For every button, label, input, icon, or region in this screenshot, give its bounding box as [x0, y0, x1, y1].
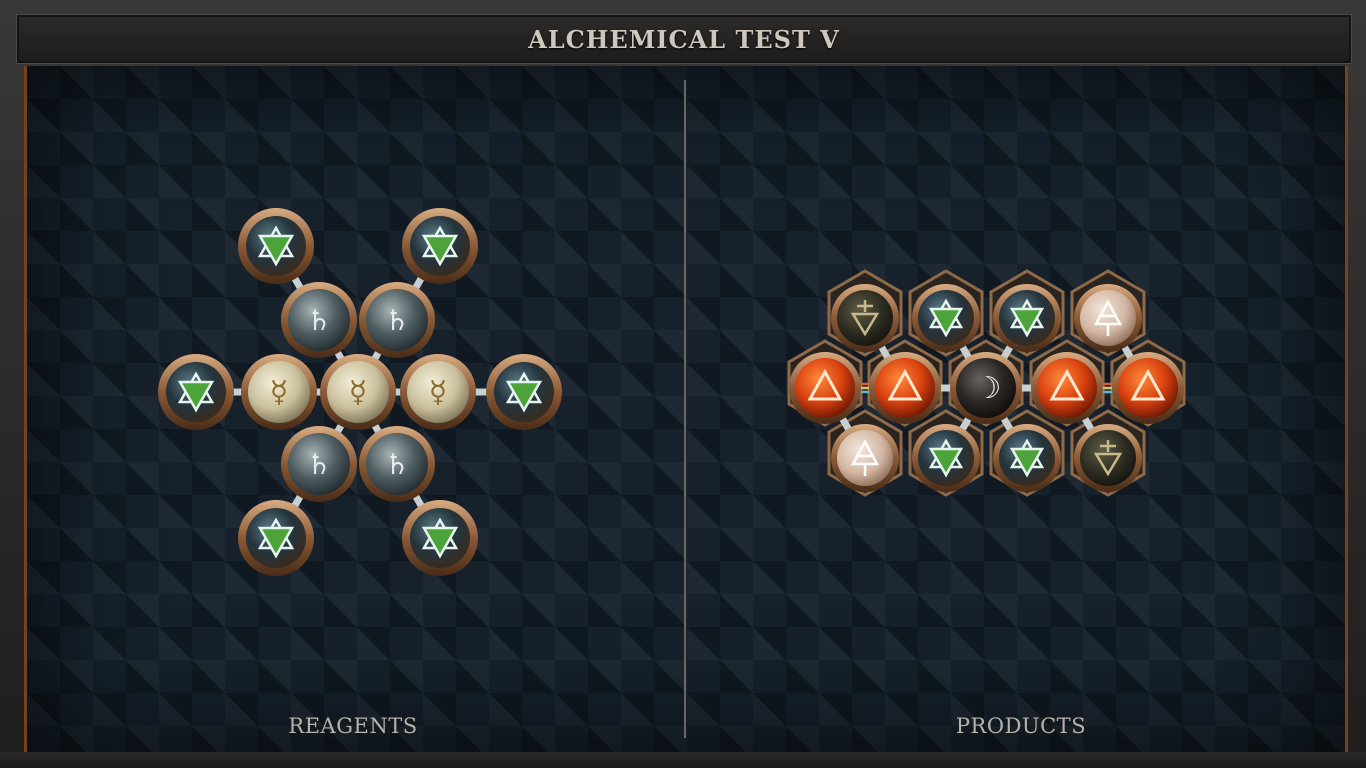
salt-atom[interactable]: [238, 500, 314, 576]
title-bar: ALCHEMICAL TEST V: [16, 14, 1352, 64]
puzzle-title: ALCHEMICAL TEST V: [528, 24, 840, 54]
salt-atom[interactable]: [912, 424, 980, 492]
svg-text:♄: ♄: [306, 448, 331, 481]
molecule-diagram: ♄ ♄ ♄ ♄ ☿ ☿ ☿ ☽: [158, 208, 1186, 576]
fire-atom[interactable]: [789, 352, 861, 424]
quicksilver-atom[interactable]: ☿: [320, 354, 396, 430]
salt-atom[interactable]: [402, 208, 478, 284]
fire-atom[interactable]: [869, 352, 941, 424]
lead-atom[interactable]: ♄: [281, 426, 357, 502]
lead-atom[interactable]: ♄: [281, 282, 357, 358]
quicksilver-atom[interactable]: ☿: [241, 354, 317, 430]
salt-atom[interactable]: [486, 354, 562, 430]
reagents-label: REAGENTS: [288, 714, 418, 738]
salt-atom[interactable]: [238, 208, 314, 284]
salt-atom[interactable]: [993, 284, 1061, 352]
bottom-rim: [0, 752, 1366, 768]
air-atom[interactable]: [1074, 284, 1142, 352]
lead-atom[interactable]: ♄: [359, 282, 435, 358]
salt-atom[interactable]: [912, 284, 980, 352]
game-board: ♄ ♄ ♄ ♄ ☿ ☿ ☿ ☽ REAGENTS PRODUCTS: [24, 66, 1348, 752]
reagent-molecule: ♄ ♄ ♄ ♄ ☿ ☿ ☿: [158, 208, 562, 576]
earth-atom[interactable]: [831, 284, 899, 352]
product-molecule: ☽: [787, 269, 1186, 497]
salt-atom[interactable]: [158, 354, 234, 430]
earth-atom[interactable]: [1074, 424, 1142, 492]
svg-text:☽: ☽: [975, 371, 1002, 406]
svg-text:☿: ☿: [270, 375, 288, 410]
svg-text:♄: ♄: [384, 448, 409, 481]
svg-text:♄: ♄: [384, 304, 409, 337]
fire-atom[interactable]: [1031, 352, 1103, 424]
silver-atom[interactable]: ☽: [950, 352, 1022, 424]
fire-atom[interactable]: [1112, 352, 1184, 424]
svg-text:☿: ☿: [429, 375, 447, 410]
svg-text:♄: ♄: [306, 304, 331, 337]
products-label: PRODUCTS: [955, 714, 1087, 738]
air-atom[interactable]: [831, 424, 899, 492]
salt-atom[interactable]: [993, 424, 1061, 492]
svg-text:☿: ☿: [349, 375, 367, 410]
salt-atom[interactable]: [402, 500, 478, 576]
lead-atom[interactable]: ♄: [359, 426, 435, 502]
quicksilver-atom[interactable]: ☿: [400, 354, 476, 430]
